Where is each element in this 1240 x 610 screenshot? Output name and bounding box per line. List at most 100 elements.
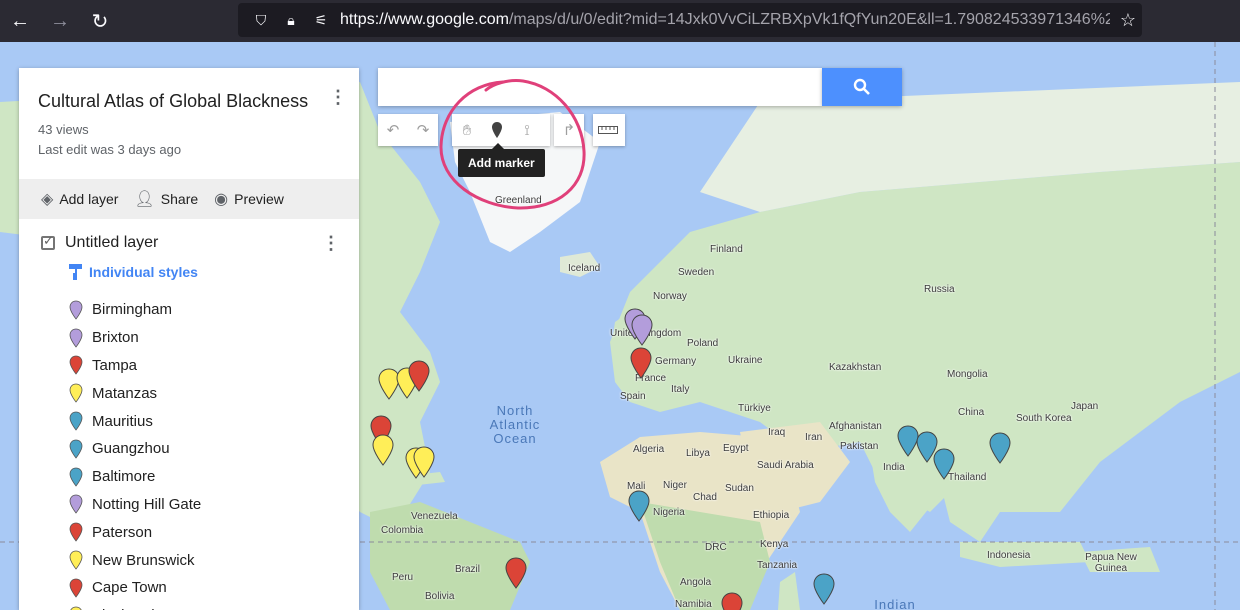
map-label: Venezuela [411,511,458,522]
search-input[interactable] [378,68,822,106]
bookmark-star-icon[interactable]: ☆ [1120,10,1136,31]
hand-icon[interactable]: ✋︎ [452,114,482,146]
map-pin[interactable] [372,434,394,466]
map-pin[interactable] [989,432,1011,464]
list-item[interactable]: New Brunswick [69,546,201,574]
layers-icon: ◈ [41,191,54,208]
map-pin-icon [69,439,83,459]
undo-redo-group: ↶ ↷ [378,114,438,146]
map-label: Bolivia [425,591,455,602]
map-pin[interactable] [408,360,430,392]
map-pin[interactable] [813,573,835,605]
map-label: Niger [663,480,687,491]
list-item[interactable]: Matanzas [69,379,201,407]
draw-line-icon[interactable]: ⟟ [512,114,542,146]
list-item-label: Mauritius [92,412,153,430]
map-label: Türkiye [738,403,771,414]
place-list: Birmingham Brixton Tampa Matanzas Mauritius G… [69,296,201,610]
map-label: Colombia [381,525,424,536]
list-item[interactable]: Guangzhou [69,435,201,463]
list-item[interactable]: Tampa [69,352,201,380]
map-label: Nigeria [653,507,685,518]
reload-icon[interactable]: ↻ [80,0,120,42]
layer-row: Untitled layer [41,233,158,252]
map-pin-icon [69,328,83,348]
add-layer-button[interactable]: ◈ Add layer [41,189,118,209]
last-edit-text: Last edit was 3 days ago [38,142,182,157]
list-item[interactable]: Brixton [69,324,201,352]
marker-icon[interactable] [482,114,512,146]
list-item-label: Paterson [92,523,153,541]
redo-icon[interactable]: ↷ [408,114,438,146]
map-pin[interactable] [933,448,955,480]
map-pin[interactable] [413,446,435,478]
layer-name[interactable]: Untitled layer [65,234,158,252]
list-item-label: Tampa [92,356,138,374]
layer-options-icon[interactable]: ⋮ [321,234,341,252]
share-label: Share [160,191,199,207]
map-pin[interactable] [631,314,653,346]
list-item[interactable]: Cape Town [69,574,201,602]
list-item[interactable]: Paterson [69,518,201,546]
ruler-icon[interactable] [593,114,623,146]
search-icon [853,78,870,95]
undo-icon[interactable]: ↶ [378,114,408,146]
paint-roller-icon [69,264,82,280]
directions-icon[interactable]: ↱ [554,114,584,146]
url-bar[interactable]: ⛉ 🔒︎ ⚟ https://www.google.com/maps/d/u/0… [238,3,1142,37]
list-item-label: Baltimore [92,468,156,486]
list-item-label: Guangzhou [92,440,170,458]
individual-styles-link[interactable]: Individual styles [69,264,198,280]
map-label: Spain [620,391,646,402]
map-pin[interactable] [721,592,743,610]
list-item[interactable]: Birmingham [69,296,201,324]
map-label: Egypt [723,443,749,454]
browser-toolbar: ← → ↻ ⛉ 🔒︎ ⚟ https://www.google.com/maps… [0,0,1240,42]
map-pin[interactable] [505,557,527,589]
map-pin-icon [69,411,83,431]
views-count: 43 views [38,122,89,137]
map-pin-icon [69,495,83,515]
lock-icon[interactable]: 🔒︎ [276,12,306,29]
map-label: Iceland [568,263,601,274]
list-item[interactable]: Pittsburgh [69,602,201,610]
map-label: Iraq [768,427,786,438]
permissions-icon[interactable]: ⚟ [306,12,336,29]
map-label: China [958,407,985,418]
map-pin[interactable] [630,347,652,379]
preview-button[interactable]: ◉ Preview [214,189,284,209]
map-pin[interactable] [628,490,650,522]
panel-actions: ◈ Add layer 👤︎ Share ◉ Preview [19,179,359,219]
more-options-icon[interactable]: ⋮ [328,88,348,106]
url-text[interactable]: https://www.google.com/maps/d/u/0/edit?m… [340,11,1110,29]
map-label: Chad [693,492,717,503]
map-label: Peru [392,572,414,583]
map-label: Finland [710,244,743,255]
back-icon[interactable]: ← [0,0,40,42]
list-item[interactable]: Notting Hill Gate [69,491,201,519]
map-label: Ethiopia [753,510,790,521]
search-box[interactable] [378,68,822,106]
map-label: Algeria [633,444,665,455]
list-item-label: Birmingham [92,301,173,319]
shield-icon[interactable]: ⛉ [246,12,276,29]
map-label: Kenya [760,539,789,550]
map-title[interactable]: Cultural Atlas of Global Blackness [38,91,308,112]
map-label: Sweden [678,267,715,278]
map-pin-icon [69,522,83,542]
list-item-label: Matanzas [92,384,158,402]
share-button[interactable]: 👤︎ Share [134,189,198,209]
layer-checkbox[interactable] [41,233,55,250]
map-label: Iran [805,432,823,443]
map-label: Mongolia [947,369,988,380]
measure-group [593,114,625,146]
list-item[interactable]: Mauritius [69,407,201,435]
map-legend-panel: Cultural Atlas of Global Blackness ⋮ 43 … [19,68,359,610]
list-item-label: Brixton [92,329,139,347]
list-item[interactable]: Baltimore [69,463,201,491]
search-button[interactable] [822,68,902,106]
individual-styles-label: Individual styles [89,264,198,280]
map-label: Germany [655,356,697,367]
forward-icon[interactable]: → [40,0,80,42]
map-pin-icon [69,578,83,598]
